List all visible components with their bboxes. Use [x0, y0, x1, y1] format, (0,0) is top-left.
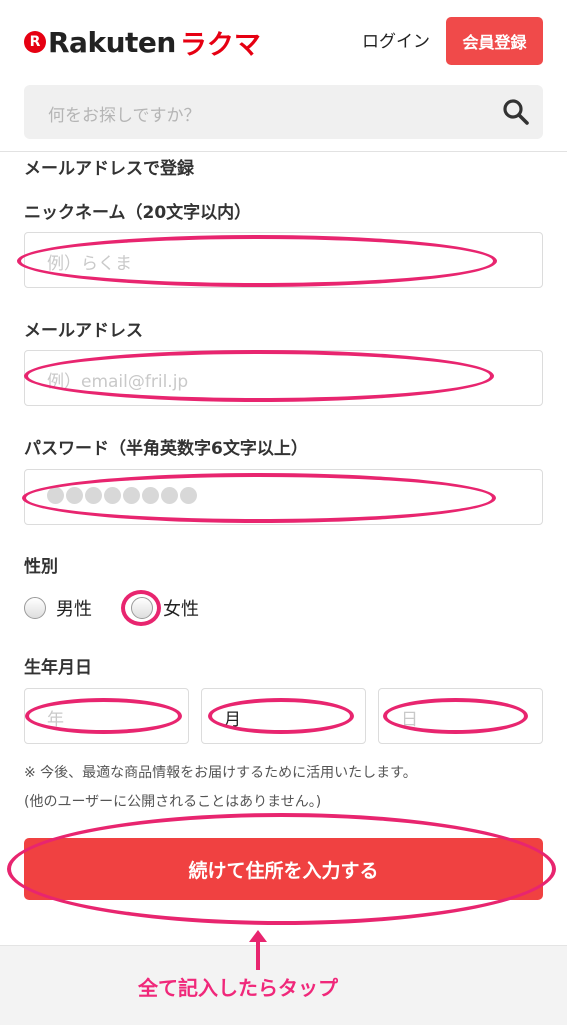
birthdate-label: 生年月日	[24, 658, 92, 678]
password-mask-dot	[47, 487, 64, 504]
search-bar[interactable]: 何をお探しですか？	[24, 85, 543, 139]
birth-month-field[interactable]: 月	[201, 688, 366, 744]
signup-button[interactable]: 会員登録	[446, 17, 543, 65]
password-mask-dot	[66, 487, 83, 504]
password-mask-dot	[180, 487, 197, 504]
logo-wordmark: Rakuten	[48, 25, 176, 59]
password-mask-dot	[85, 487, 102, 504]
radio-female[interactable]	[131, 597, 153, 619]
login-link[interactable]: ログイン	[362, 27, 430, 52]
logo-rakuma: ラクマ	[179, 29, 261, 61]
gender-female-label: 女性	[163, 599, 199, 620]
rakuten-rakuma-logo[interactable]: R Rakuten ラクマ	[24, 24, 261, 61]
search-input[interactable]: 何をお探しですか？	[48, 101, 201, 126]
password-mask-dot	[161, 487, 178, 504]
password-mask-dot	[104, 487, 121, 504]
annotation-tap-label: 全て記入したらタップ	[138, 976, 338, 1000]
email-field[interactable]: 例）email@fril.jp	[24, 350, 543, 406]
birth-day-field[interactable]: 日	[378, 688, 543, 744]
password-label: パスワード（半角英数字6文字以上）	[24, 439, 308, 459]
birth-year-placeholder: 年	[47, 710, 64, 730]
header-divider	[0, 151, 567, 152]
privacy-note-line2: (他のユーザーに公開されることはありません。)	[24, 794, 322, 810]
nickname-placeholder: 例）らくま	[47, 254, 132, 274]
section-title: メールアドレスで登録	[24, 159, 194, 179]
continue-address-button[interactable]: 続けて住所を入力する	[24, 838, 543, 900]
radio-male[interactable]	[24, 597, 46, 619]
birth-year-field[interactable]: 年	[24, 688, 189, 744]
annotation-arrow-up-icon	[249, 930, 267, 970]
birth-day-placeholder: 日	[401, 710, 418, 730]
gender-male-label: 男性	[56, 599, 92, 620]
search-icon[interactable]	[501, 97, 531, 127]
email-label: メールアドレス	[24, 321, 143, 341]
password-mask	[47, 487, 197, 504]
privacy-note-line1: ※ 今後、最適な商品情報をお届けするために活用いたします。	[24, 765, 417, 781]
gender-option-male[interactable]: 男性	[24, 595, 92, 621]
email-placeholder: 例）email@fril.jp	[47, 372, 189, 392]
password-mask-dot	[142, 487, 159, 504]
rakuten-r-icon: R	[24, 31, 46, 53]
gender-option-female[interactable]: 女性	[131, 595, 199, 621]
nickname-label: ニックネーム（20文字以内）	[24, 203, 252, 223]
nickname-field[interactable]: 例）らくま	[24, 232, 543, 288]
gender-label: 性別	[24, 557, 58, 577]
birth-month-value: 月	[224, 710, 241, 730]
password-field[interactable]	[24, 469, 543, 525]
password-mask-dot	[123, 487, 140, 504]
